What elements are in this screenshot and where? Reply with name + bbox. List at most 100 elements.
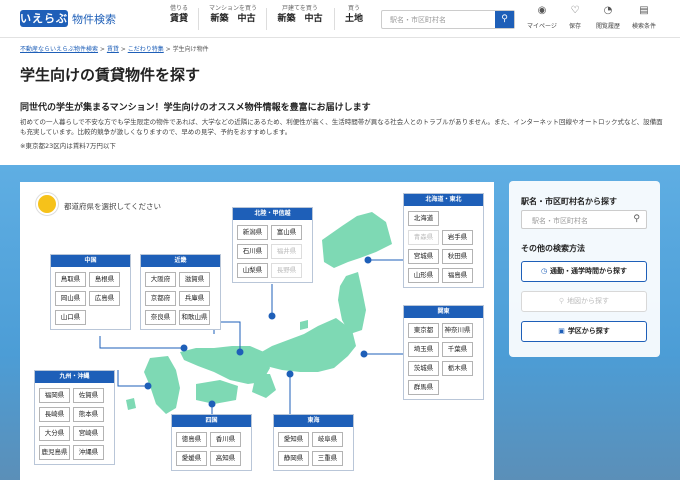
prefecture-button[interactable]: 秋田県 <box>442 249 473 264</box>
prefecture-button[interactable]: 石川県 <box>237 244 268 259</box>
prefecture-button[interactable]: 奈良県 <box>145 310 176 325</box>
map-okinawa <box>126 398 136 410</box>
region-chugoku: 中国 鳥取県 島根県 岡山県 広島県 山口県 <box>50 254 131 330</box>
other-search-title: その他の検索方法 <box>521 244 585 253</box>
region-shikoku: 四国 徳島県 香川県 愛媛県 高知県 <box>171 414 252 471</box>
prefecture-button[interactable]: 岩手県 <box>442 230 473 245</box>
marker-hokuriku <box>268 312 276 320</box>
prefecture-grid: 大阪府 滋賀県 京都府 兵庫県 奈良県 和歌山県 <box>141 267 220 329</box>
search-icon[interactable]: ⚲ <box>633 214 640 224</box>
station-search-placeholder: 駅名・市区町村名 <box>532 217 588 225</box>
prefecture-button[interactable]: 滋賀県 <box>179 272 210 287</box>
region-kinki: 近畿 大阪府 滋賀県 京都府 兵庫県 奈良県 和歌山県 <box>140 254 221 330</box>
prefecture-button[interactable]: 富山県 <box>271 225 302 240</box>
prefecture-button[interactable]: 静岡県 <box>278 451 309 466</box>
prefecture-button[interactable]: 神奈川県 <box>442 323 473 338</box>
commute-icon: ◷ <box>540 267 548 275</box>
marker-kyushu <box>144 382 152 390</box>
region-title: 中国 <box>51 255 130 267</box>
map-shikoku <box>196 380 238 404</box>
region-title: 北海道・東北 <box>404 194 483 206</box>
grid-spacer <box>441 209 477 228</box>
prefecture-button[interactable]: 三重県 <box>312 451 343 466</box>
prefecture-button[interactable]: 熊本県 <box>73 407 104 422</box>
region-kanto: 関東 東京都 神奈川県 埼玉県 千葉県 茨城県 栃木県 群馬県 <box>403 305 484 400</box>
prefecture-button[interactable]: 埼玉県 <box>408 342 439 357</box>
prefecture-button[interactable]: 徳島県 <box>176 432 207 447</box>
prefecture-button[interactable]: 岐阜県 <box>312 432 343 447</box>
prefecture-button[interactable]: 京都府 <box>145 291 176 306</box>
marker-shikoku <box>208 400 216 408</box>
region-hokkaido-tohoku: 北海道・東北 北海道 青森県 岩手県 宮城県 秋田県 山形県 福島県 <box>403 193 484 288</box>
prefecture-button[interactable]: 東京都 <box>408 323 439 338</box>
prefecture-grid: 徳島県 香川県 愛媛県 高知県 <box>172 427 251 470</box>
prefecture-button[interactable]: 福岡県 <box>39 388 70 403</box>
region-title: 四国 <box>172 415 251 427</box>
prefecture-button[interactable]: 愛媛県 <box>176 451 207 466</box>
prefecture-grid: 鳥取県 島根県 岡山県 広島県 山口県 <box>51 267 130 329</box>
region-title: 九州・沖縄 <box>35 371 114 383</box>
prefecture-button[interactable]: 高知県 <box>210 451 241 466</box>
commute-search-label: 通勤・通学時間から探す <box>550 267 628 275</box>
prefecture-button[interactable]: 山形県 <box>408 268 439 283</box>
prefecture-button[interactable]: 宮崎県 <box>73 426 104 441</box>
search-sidebar: 駅名・市区町村名から探す 駅名・市区町村名 ⚲ その他の検索方法 ◷ 通勤・通学時… <box>509 181 660 357</box>
map-hint-text: 都道府県を選択してください <box>64 202 162 211</box>
prefecture-grid: 愛知県 岐阜県 静岡県 三重県 <box>274 427 353 470</box>
prefecture-button[interactable]: 長崎県 <box>39 407 70 422</box>
marker-tokai <box>286 370 294 378</box>
map-kii <box>252 374 276 398</box>
region-tokai: 東海 愛知県 岐阜県 静岡県 三重県 <box>273 414 354 471</box>
prefecture-button[interactable]: 岡山県 <box>55 291 86 306</box>
prefecture-button[interactable]: 山梨県 <box>237 263 268 278</box>
region-title: 関東 <box>404 306 483 318</box>
school-district-search-button[interactable]: ▣ 学区から探す <box>521 321 647 342</box>
region-title: 近畿 <box>141 255 220 267</box>
region-hokuriku-koshinetsu: 北陸・甲信越 新潟県 富山県 石川県 福井県 山梨県 長野県 <box>232 207 313 283</box>
prefecture-button[interactable]: 山口県 <box>55 310 86 325</box>
prefecture-button[interactable]: 香川県 <box>210 432 241 447</box>
prefecture-button[interactable]: 大分県 <box>39 426 70 441</box>
prefecture-button[interactable]: 新潟県 <box>237 225 268 240</box>
marker-chugoku <box>180 344 188 352</box>
prefecture-button: 福井県 <box>271 244 302 259</box>
map-search-button[interactable]: ⚲ 地図から探す <box>521 291 647 312</box>
prefecture-button[interactable]: 福島県 <box>442 268 473 283</box>
prefecture-button[interactable]: 和歌山県 <box>179 310 210 325</box>
prefecture-button[interactable]: 栃木県 <box>442 361 473 376</box>
prefecture-button[interactable]: 愛知県 <box>278 432 309 447</box>
map-search-label: 地図から探す <box>567 297 610 305</box>
school-icon: ▣ <box>558 327 565 335</box>
prefecture-button[interactable]: 大阪府 <box>145 272 176 287</box>
prefecture-button[interactable]: 北海道 <box>408 211 439 226</box>
prefecture-grid: 新潟県 富山県 石川県 福井県 山梨県 長野県 <box>233 220 312 282</box>
prefecture-button[interactable]: 茨城県 <box>408 361 439 376</box>
prefecture-button[interactable]: 島根県 <box>89 272 120 287</box>
prefecture-button[interactable]: 鹿児島県 <box>39 445 70 460</box>
mascot-icon <box>36 193 58 215</box>
region-kyushu-okinawa: 九州・沖縄 福岡県 佐賀県 長崎県 熊本県 大分県 宮崎県 鹿児島県 沖縄県 <box>34 370 115 465</box>
prefecture-button: 長野県 <box>271 263 302 278</box>
prefecture-button[interactable]: 兵庫県 <box>179 291 210 306</box>
prefecture-grid: 福岡県 佐賀県 長崎県 熊本県 大分県 宮崎県 鹿児島県 沖縄県 <box>35 383 114 464</box>
prefecture-button[interactable]: 群馬県 <box>408 380 439 395</box>
prefecture-button[interactable]: 千葉県 <box>442 342 473 357</box>
marker-hokkaido-tohoku <box>364 256 372 264</box>
grid-spacer <box>441 378 477 397</box>
map-sado <box>300 320 308 330</box>
school-district-search-label: 学区から探す <box>567 327 610 335</box>
prefecture-button[interactable]: 沖縄県 <box>73 445 104 460</box>
marker-kinki <box>236 348 244 356</box>
connector-chugoku <box>99 336 184 349</box>
region-title: 東海 <box>274 415 353 427</box>
prefecture-button[interactable]: 広島県 <box>89 291 120 306</box>
commute-search-button[interactable]: ◷ 通勤・通学時間から探す <box>521 261 647 282</box>
prefecture-grid: 北海道 青森県 岩手県 宮城県 秋田県 山形県 福島県 <box>404 206 483 287</box>
prefecture-button[interactable]: 宮城県 <box>408 249 439 264</box>
station-search-input[interactable]: 駅名・市区町村名 ⚲ <box>521 210 647 229</box>
prefecture-button[interactable]: 鳥取県 <box>55 272 86 287</box>
prefecture-grid: 東京都 神奈川県 埼玉県 千葉県 茨城県 栃木県 群馬県 <box>404 318 483 399</box>
connector-kyushu <box>117 370 148 387</box>
map-pin-icon: ⚲ <box>558 297 565 305</box>
prefecture-button[interactable]: 佐賀県 <box>73 388 104 403</box>
